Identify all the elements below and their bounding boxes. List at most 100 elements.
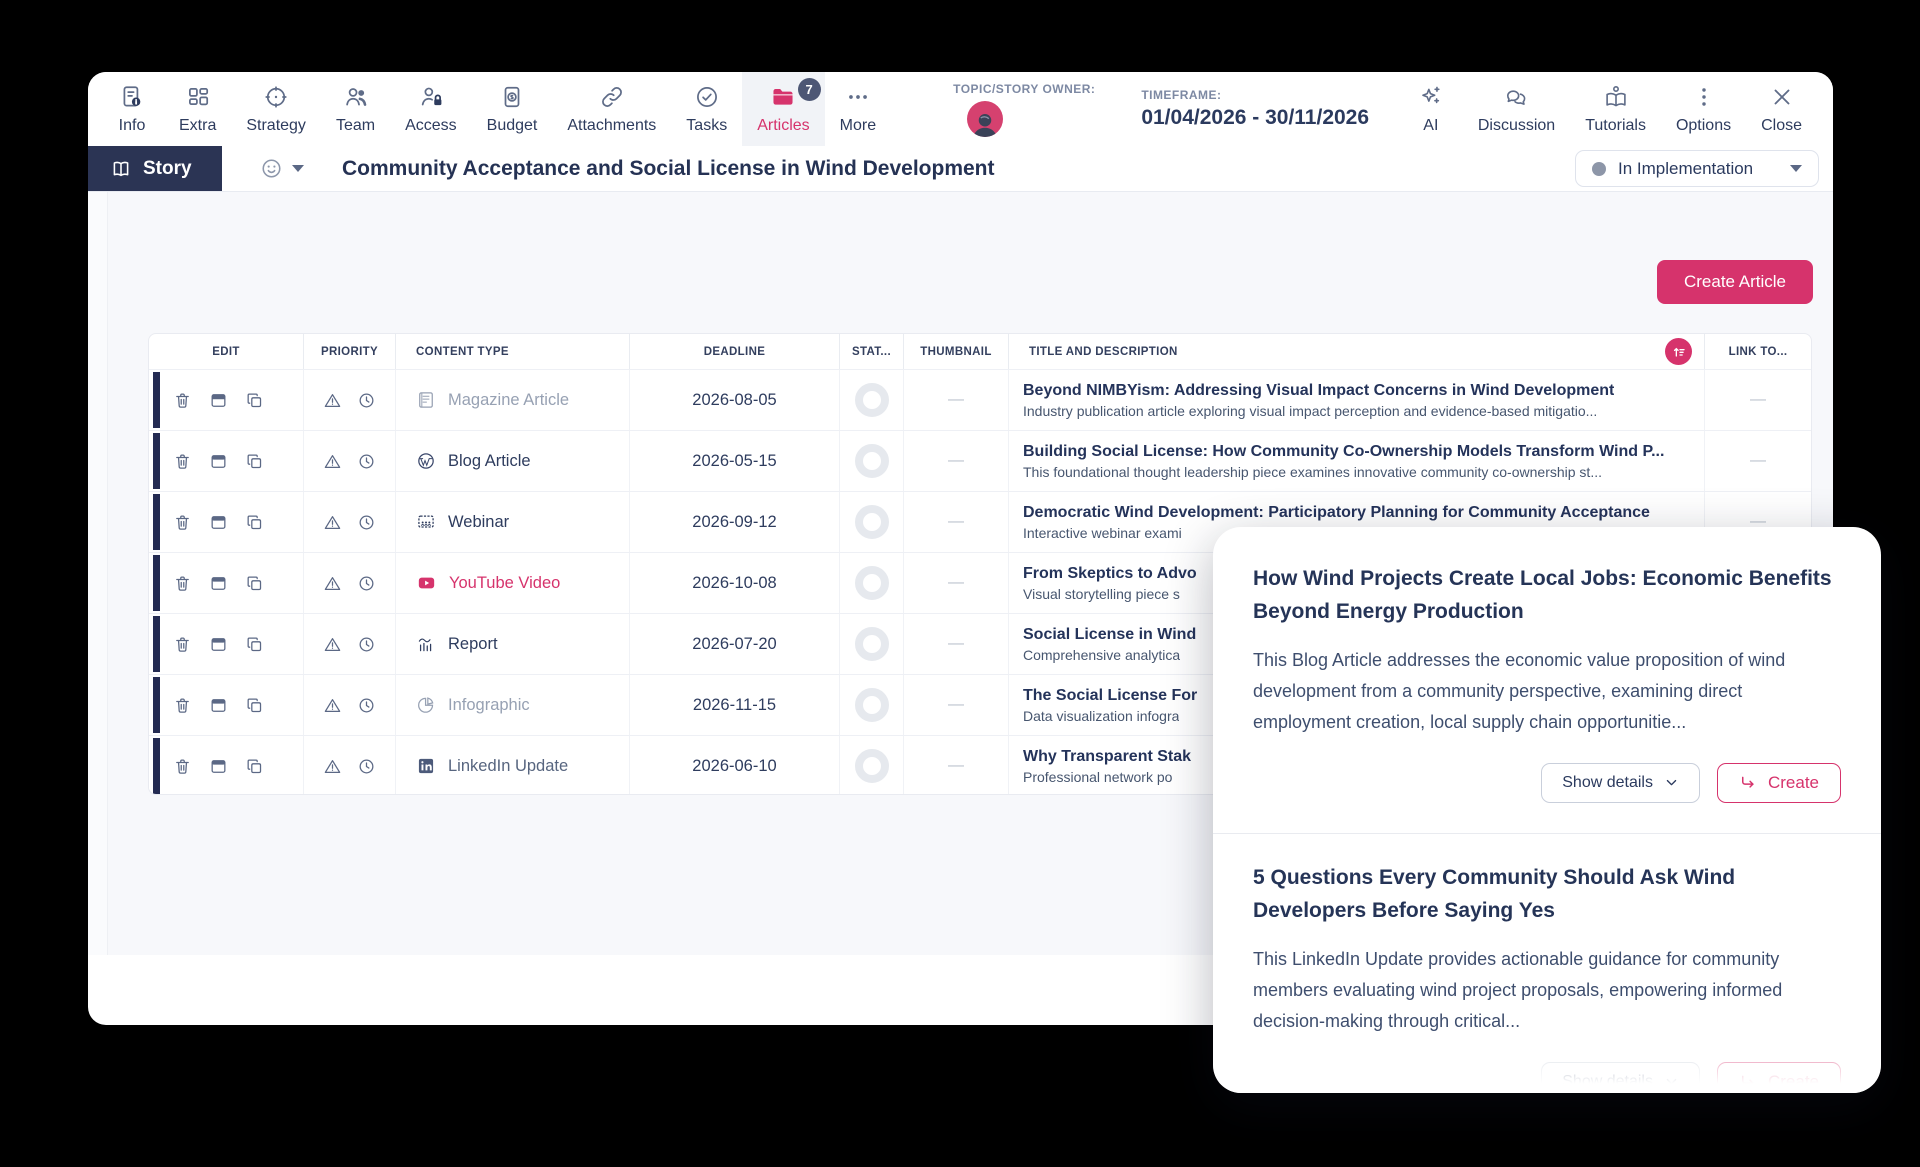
status-ring-icon[interactable] — [855, 566, 889, 600]
article-title: The Social License For — [1023, 687, 1197, 705]
options-button[interactable]: Options — [1661, 72, 1746, 146]
create-suggestion-button[interactable]: Create — [1717, 1062, 1841, 1093]
priority-warning-button[interactable] — [323, 513, 342, 532]
tab-strategy[interactable]: Strategy — [231, 72, 321, 146]
check-circle-icon — [694, 84, 720, 110]
panel-divider — [1213, 833, 1881, 834]
priority-warning-button[interactable] — [323, 452, 342, 471]
warning-icon — [323, 574, 342, 593]
tab-info[interactable]: Info — [100, 72, 164, 146]
duplicate-button[interactable] — [245, 757, 264, 776]
delete-button[interactable] — [173, 635, 192, 654]
priority-warning-button[interactable] — [323, 635, 342, 654]
story-tab[interactable]: Story — [88, 146, 222, 191]
tab-label: Attachments — [567, 117, 656, 135]
tab-articles[interactable]: 7 Articles — [742, 72, 824, 146]
duplicate-button[interactable] — [245, 513, 264, 532]
deadline-cell: 2026-09-12 — [629, 492, 839, 552]
title-cell[interactable]: Building Social License: How Community C… — [1008, 431, 1704, 491]
person-lock-icon — [418, 84, 444, 110]
tab-label: Strategy — [246, 117, 306, 135]
article-description: Data visualization infogra — [1023, 708, 1179, 724]
tab-label: Extra — [179, 117, 216, 135]
status-ring-icon[interactable] — [855, 383, 889, 417]
trash-icon — [173, 452, 192, 471]
deadline-cell: 2026-06-10 — [629, 736, 839, 795]
open-card-button[interactable] — [209, 452, 228, 471]
delete-button[interactable] — [173, 696, 192, 715]
tutorials-button[interactable]: Tutorials — [1570, 72, 1661, 146]
thumbnail-placeholder: — — [948, 696, 964, 714]
timeframe-block: TIMEFRAME: 01/04/2026 - 30/11/2026 — [1141, 72, 1369, 146]
status-ring-icon[interactable] — [855, 444, 889, 478]
owner-avatar[interactable] — [967, 101, 1003, 137]
suggestion-title: 5 Questions Every Community Should Ask W… — [1253, 862, 1841, 927]
deadline-clock-button[interactable] — [357, 391, 376, 410]
tab-more[interactable]: More — [825, 72, 891, 146]
warning-icon — [323, 757, 342, 776]
page-title: Community Acceptance and Social License … — [342, 157, 995, 181]
create-article-button[interactable]: Create Article — [1657, 260, 1813, 304]
sort-asc-icon — [1671, 344, 1687, 360]
owner-label: TOPIC/STORY OWNER: — [953, 82, 1095, 96]
tab-extra[interactable]: Extra — [164, 72, 231, 146]
duplicate-button[interactable] — [245, 635, 264, 654]
duplicate-button[interactable] — [245, 696, 264, 715]
show-details-button[interactable]: Show details — [1541, 1062, 1700, 1093]
suggestion-title: How Wind Projects Create Local Jobs: Eco… — [1253, 563, 1841, 628]
delete-button[interactable] — [173, 452, 192, 471]
delete-button[interactable] — [173, 513, 192, 532]
trash-icon — [173, 574, 192, 593]
suggestion-card: 5 Questions Every Community Should Ask W… — [1253, 862, 1841, 1093]
deadline-clock-button[interactable] — [357, 696, 376, 715]
status-dropdown[interactable]: In Implementation — [1575, 150, 1819, 187]
tab-attachments[interactable]: Attachments — [552, 72, 671, 146]
open-card-button[interactable] — [209, 574, 228, 593]
open-card-button[interactable] — [209, 757, 228, 776]
title-cell[interactable]: Beyond NIMBYism: Addressing Visual Impac… — [1008, 370, 1704, 430]
deadline-cell: 2026-11-15 — [629, 675, 839, 735]
action-label: Close — [1761, 117, 1802, 135]
tab-access[interactable]: Access — [390, 72, 472, 146]
chat-icon — [1504, 84, 1530, 110]
column-header-content-type: CONTENT TYPE — [395, 334, 629, 369]
delete-button[interactable] — [173, 574, 192, 593]
priority-warning-button[interactable] — [323, 696, 342, 715]
delete-button[interactable] — [173, 757, 192, 776]
deadline-clock-button[interactable] — [357, 452, 376, 471]
status-ring-icon[interactable] — [855, 627, 889, 661]
sort-button[interactable] — [1665, 338, 1692, 365]
status-ring-icon[interactable] — [855, 505, 889, 539]
tab-budget[interactable]: Budget — [472, 72, 553, 146]
priority-warning-button[interactable] — [323, 757, 342, 776]
wordpress-icon — [416, 451, 436, 471]
priority-warning-button[interactable] — [323, 391, 342, 410]
delete-button[interactable] — [173, 391, 192, 410]
open-card-button[interactable] — [209, 635, 228, 654]
show-details-button[interactable]: Show details — [1541, 763, 1700, 803]
deadline-clock-button[interactable] — [357, 757, 376, 776]
duplicate-button[interactable] — [245, 452, 264, 471]
discussion-button[interactable]: Discussion — [1463, 72, 1570, 146]
status-ring-icon[interactable] — [855, 749, 889, 783]
status-ring-icon[interactable] — [855, 688, 889, 722]
open-card-button[interactable] — [209, 696, 228, 715]
content-type-label: Magazine Article — [448, 391, 569, 410]
ai-button[interactable]: AI — [1399, 72, 1463, 146]
open-card-button[interactable] — [209, 391, 228, 410]
deadline-cell: 2026-05-15 — [629, 431, 839, 491]
article-title: Building Social License: How Community C… — [1023, 443, 1664, 461]
priority-warning-button[interactable] — [323, 574, 342, 593]
deadline-clock-button[interactable] — [357, 574, 376, 593]
table-header: EDIT PRIORITY CONTENT TYPE DEADLINE STAT… — [149, 334, 1811, 369]
duplicate-button[interactable] — [245, 574, 264, 593]
deadline-clock-button[interactable] — [357, 513, 376, 532]
tab-team[interactable]: Team — [321, 72, 390, 146]
deadline-clock-button[interactable] — [357, 635, 376, 654]
create-suggestion-button[interactable]: Create — [1717, 763, 1841, 803]
open-card-button[interactable] — [209, 513, 228, 532]
tab-tasks[interactable]: Tasks — [671, 72, 742, 146]
close-button[interactable]: Close — [1746, 72, 1817, 146]
emoji-picker-button[interactable] — [260, 157, 304, 180]
duplicate-button[interactable] — [245, 391, 264, 410]
